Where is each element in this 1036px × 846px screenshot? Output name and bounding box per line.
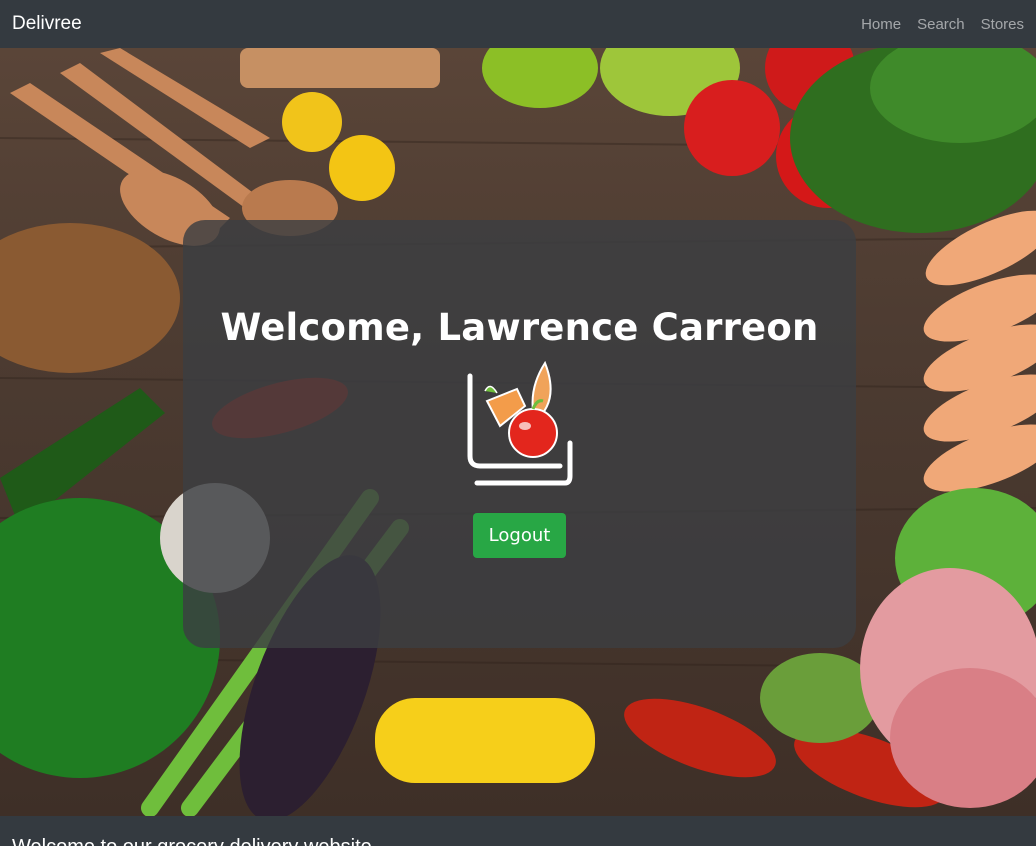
welcome-panel: Welcome, Lawrence Carreon Logout [183,220,856,648]
footer-text: Welcome to our grocery delivery website [12,836,372,846]
nav-link-search[interactable]: Search [917,16,965,33]
hero-section: Welcome, Lawrence Carreon Logout [0,48,1036,816]
brand-logo-text[interactable]: Delivree [12,13,82,35]
grocery-basket-icon [467,361,572,486]
footer: Welcome to our grocery delivery website [0,816,1036,846]
nav-links: Home Search Stores [861,16,1024,33]
logout-button[interactable]: Logout [472,513,567,558]
welcome-heading: Welcome, Lawrence Carreon [220,306,819,349]
nav-link-home[interactable]: Home [861,16,901,33]
navbar: Delivree Home Search Stores [0,0,1036,48]
nav-link-stores[interactable]: Stores [981,16,1024,33]
